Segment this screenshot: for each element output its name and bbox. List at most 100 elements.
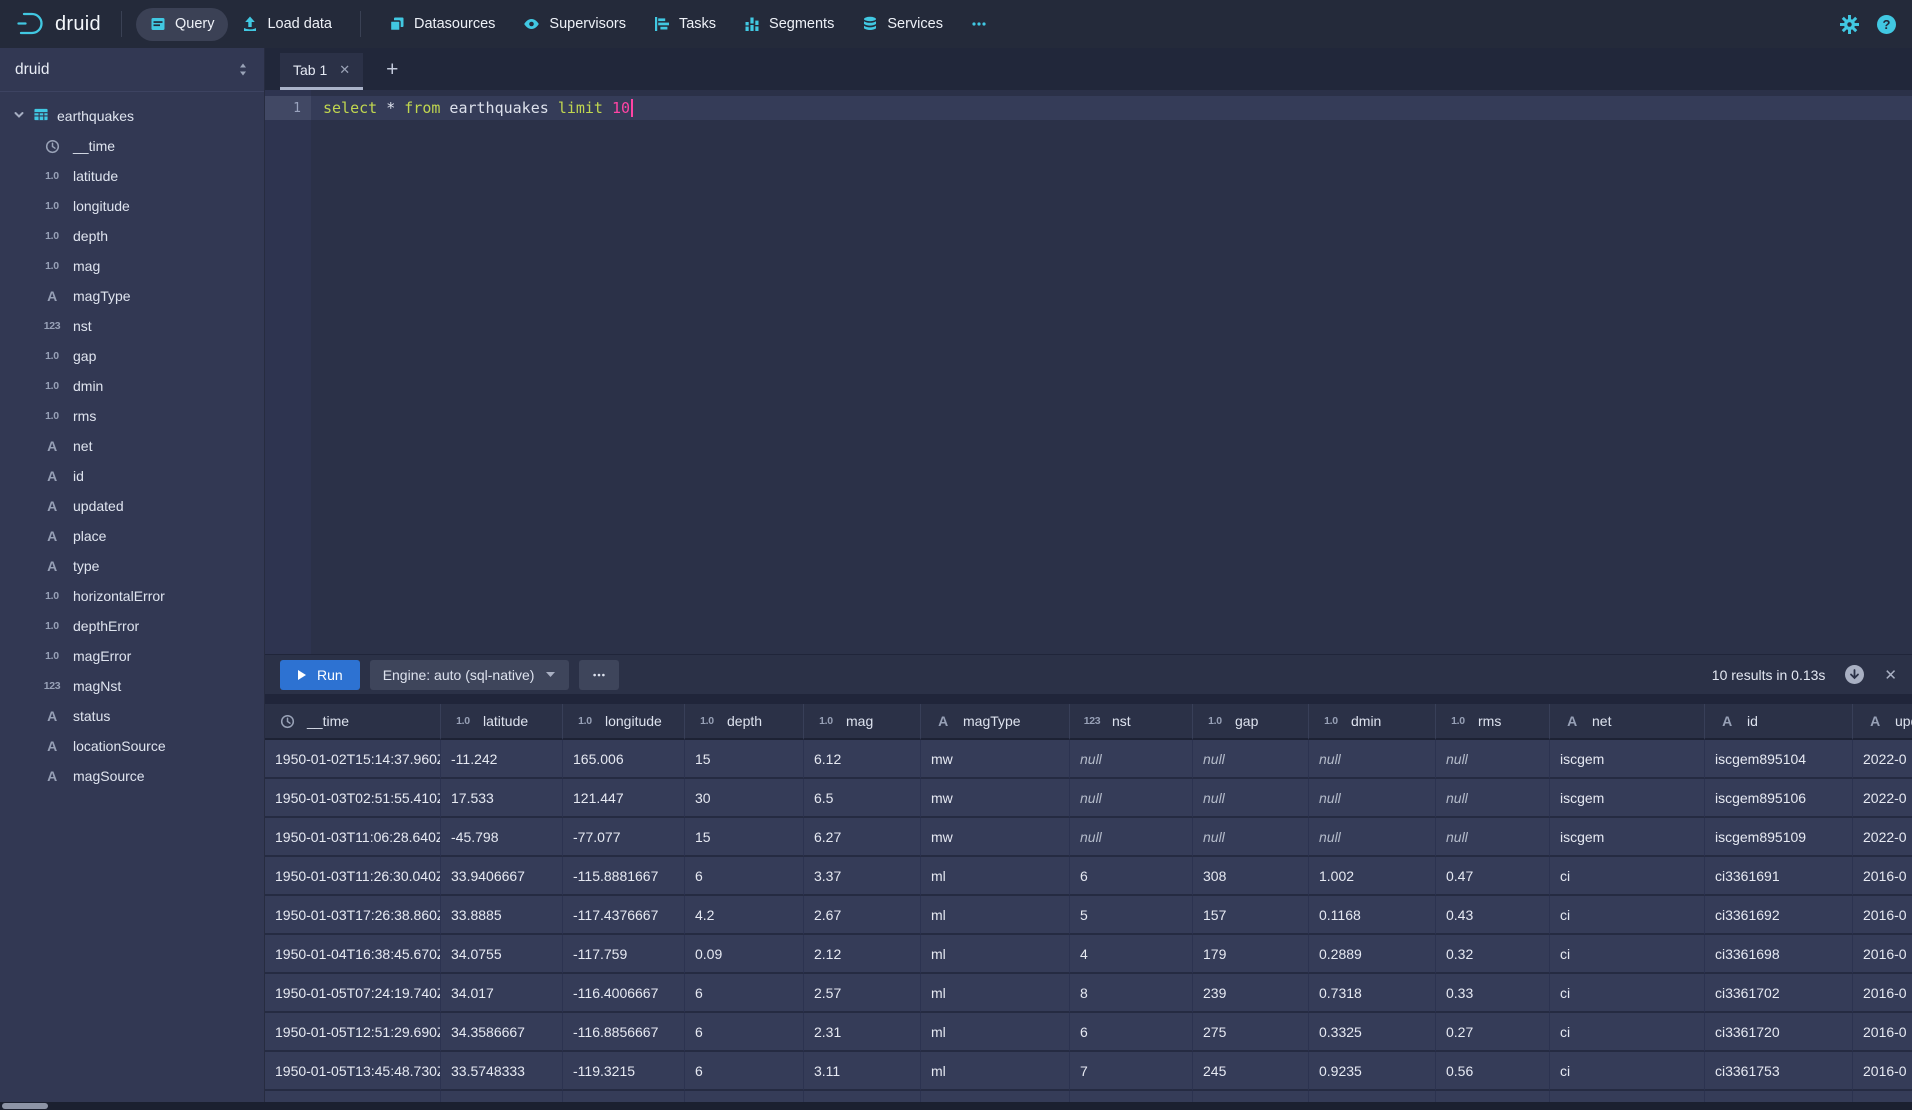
cell-net[interactable]: iscgem [1550,779,1705,818]
cell-magType[interactable]: ml [921,935,1070,974]
cell-net[interactable]: ci [1550,857,1705,896]
cell-magType[interactable]: ml [921,1052,1070,1091]
cell-rms[interactable]: 0.32 [1436,935,1550,974]
engine-select[interactable]: Engine: auto (sql-native) [370,660,570,690]
cell-depth[interactable]: 6 [685,1013,804,1052]
sidebar-column-depthError[interactable]: 1.0depthError [0,611,264,641]
sidebar-column-gap[interactable]: 1.0gap [0,341,264,371]
run-button[interactable]: Run [280,660,360,690]
cell-magType[interactable]: mw [921,818,1070,857]
cell-__time[interactable]: 1950-01-05T13:45:48.730Z [265,1052,441,1091]
cell-depth[interactable]: 0.09 [685,935,804,974]
sql-line[interactable]: select * from earthquakes limit 10 [311,96,1912,120]
cell-mag[interactable]: 3.11 [804,1052,921,1091]
cell-rms[interactable]: null [1436,740,1550,779]
sidebar-column-horizontalError[interactable]: 1.0horizontalError [0,581,264,611]
sidebar-column-dmin[interactable]: 1.0dmin [0,371,264,401]
cell-mag[interactable]: 2.67 [804,896,921,935]
nav-more-button[interactable] [957,8,1001,41]
cell-id[interactable]: ci3361702 [1705,974,1853,1013]
cell-latitude[interactable]: -45.798 [441,818,563,857]
column-header-latitude[interactable]: 1.0latitude [441,704,563,740]
cell-nst[interactable]: null [1070,740,1193,779]
cell-__time[interactable]: 1950-01-04T16:38:45.670Z [265,935,441,974]
cell-gap[interactable]: 275 [1193,1013,1309,1052]
sidebar-column-locationSource[interactable]: AlocationSource [0,731,264,761]
cell-nst[interactable]: 4 [1070,935,1193,974]
cell-depth[interactable]: 30 [685,779,804,818]
cell-updated[interactable]: 2016-0 [1853,896,1912,935]
sidebar-column-latitude[interactable]: 1.0latitude [0,161,264,191]
cell-latitude[interactable]: 33.9406667 [441,857,563,896]
cell-id[interactable]: ci3361692 [1705,896,1853,935]
sidebar-column-id[interactable]: Aid [0,461,264,491]
cell-gap[interactable]: 245 [1193,1052,1309,1091]
cell-__time[interactable]: 1950-01-03T11:06:28.640Z [265,818,441,857]
cell-latitude[interactable]: 33.8885 [441,896,563,935]
close-results-icon[interactable]: ✕ [1884,666,1897,684]
column-header-rms[interactable]: 1.0rms [1436,704,1550,740]
sidebar-column-nst[interactable]: 123nst [0,311,264,341]
cell-id[interactable]: iscgem895109 [1705,818,1853,857]
cell-dmin[interactable]: null [1309,740,1436,779]
cell-dmin[interactable]: 0.1168 [1309,896,1436,935]
cell-id[interactable]: ci3361720 [1705,1013,1853,1052]
cell-net[interactable]: ci [1550,896,1705,935]
cell-longitude[interactable]: -115.8881667 [563,857,685,896]
cell-dmin[interactable]: 0.7318 [1309,974,1436,1013]
cell-magType[interactable]: ml [921,974,1070,1013]
cell-latitude[interactable]: 34.3586667 [441,1013,563,1052]
horizontal-scrollbar-thumb[interactable] [2,1103,48,1109]
cell-net[interactable]: ci [1550,974,1705,1013]
new-tab-button[interactable]: + [379,59,405,80]
column-header-longitude[interactable]: 1.0longitude [563,704,685,740]
cell-rms[interactable]: 0.27 [1436,1013,1550,1052]
cell-__time[interactable]: 1950-01-05T12:51:29.690Z [265,1013,441,1052]
cell-mag[interactable]: 2.12 [804,935,921,974]
cell-magType[interactable]: ml [921,857,1070,896]
cell-longitude[interactable]: -77.077 [563,818,685,857]
cell-__time[interactable]: 1950-01-03T11:26:30.040Z [265,857,441,896]
download-icon[interactable] [1845,665,1864,684]
cell-longitude[interactable]: -119.3215 [563,1052,685,1091]
column-header-net[interactable]: Anet [1550,704,1705,740]
sidebar-column-status[interactable]: Astatus [0,701,264,731]
cell-latitude[interactable]: 34.0755 [441,935,563,974]
sidebar-header[interactable]: druid [0,48,264,92]
cell-net[interactable]: iscgem [1550,818,1705,857]
cell-latitude[interactable]: 34.017 [441,974,563,1013]
cell-updated[interactable]: 2022-0 [1853,779,1912,818]
druid-logo[interactable]: druid [16,11,101,37]
nav-item-load-data[interactable]: Load data [228,8,346,41]
cell-nst[interactable]: 8 [1070,974,1193,1013]
cell-depth[interactable]: 4.2 [685,896,804,935]
cell-id[interactable]: iscgem895104 [1705,740,1853,779]
cell-longitude[interactable]: 121.447 [563,779,685,818]
cell-id[interactable]: iscgem895106 [1705,779,1853,818]
cell-updated[interactable]: 2016-0 [1853,974,1912,1013]
cell-mag[interactable]: 6.12 [804,740,921,779]
cell-gap[interactable]: 239 [1193,974,1309,1013]
cell-__time[interactable]: 1950-01-03T02:51:55.410Z [265,779,441,818]
cell-longitude[interactable]: -117.759 [563,935,685,974]
cell-latitude[interactable]: 33.5748333 [441,1052,563,1091]
cell-nst[interactable]: 7 [1070,1052,1193,1091]
sidebar-column-type[interactable]: Atype [0,551,264,581]
cell-mag[interactable]: 3.37 [804,857,921,896]
tab-1[interactable]: Tab 1 ✕ [280,53,363,90]
column-header-updated[interactable]: Aupdated [1853,704,1912,740]
help-icon[interactable]: ? [1877,15,1896,34]
cell-nst[interactable]: null [1070,779,1193,818]
column-header-magType[interactable]: AmagType [921,704,1070,740]
sidebar-column-mag[interactable]: 1.0mag [0,251,264,281]
query-more-button[interactable] [579,660,619,690]
cell-net[interactable]: iscgem [1550,740,1705,779]
cell-dmin[interactable]: null [1309,818,1436,857]
chevron-down-icon[interactable] [13,108,25,124]
cell-latitude[interactable]: -11.242 [441,740,563,779]
double-caret-vertical-icon[interactable] [237,62,249,77]
cell-gap[interactable]: null [1193,818,1309,857]
sidebar-column-updated[interactable]: Aupdated [0,491,264,521]
nav-item-services[interactable]: Services [848,8,957,41]
cell-dmin[interactable]: 1.002 [1309,857,1436,896]
